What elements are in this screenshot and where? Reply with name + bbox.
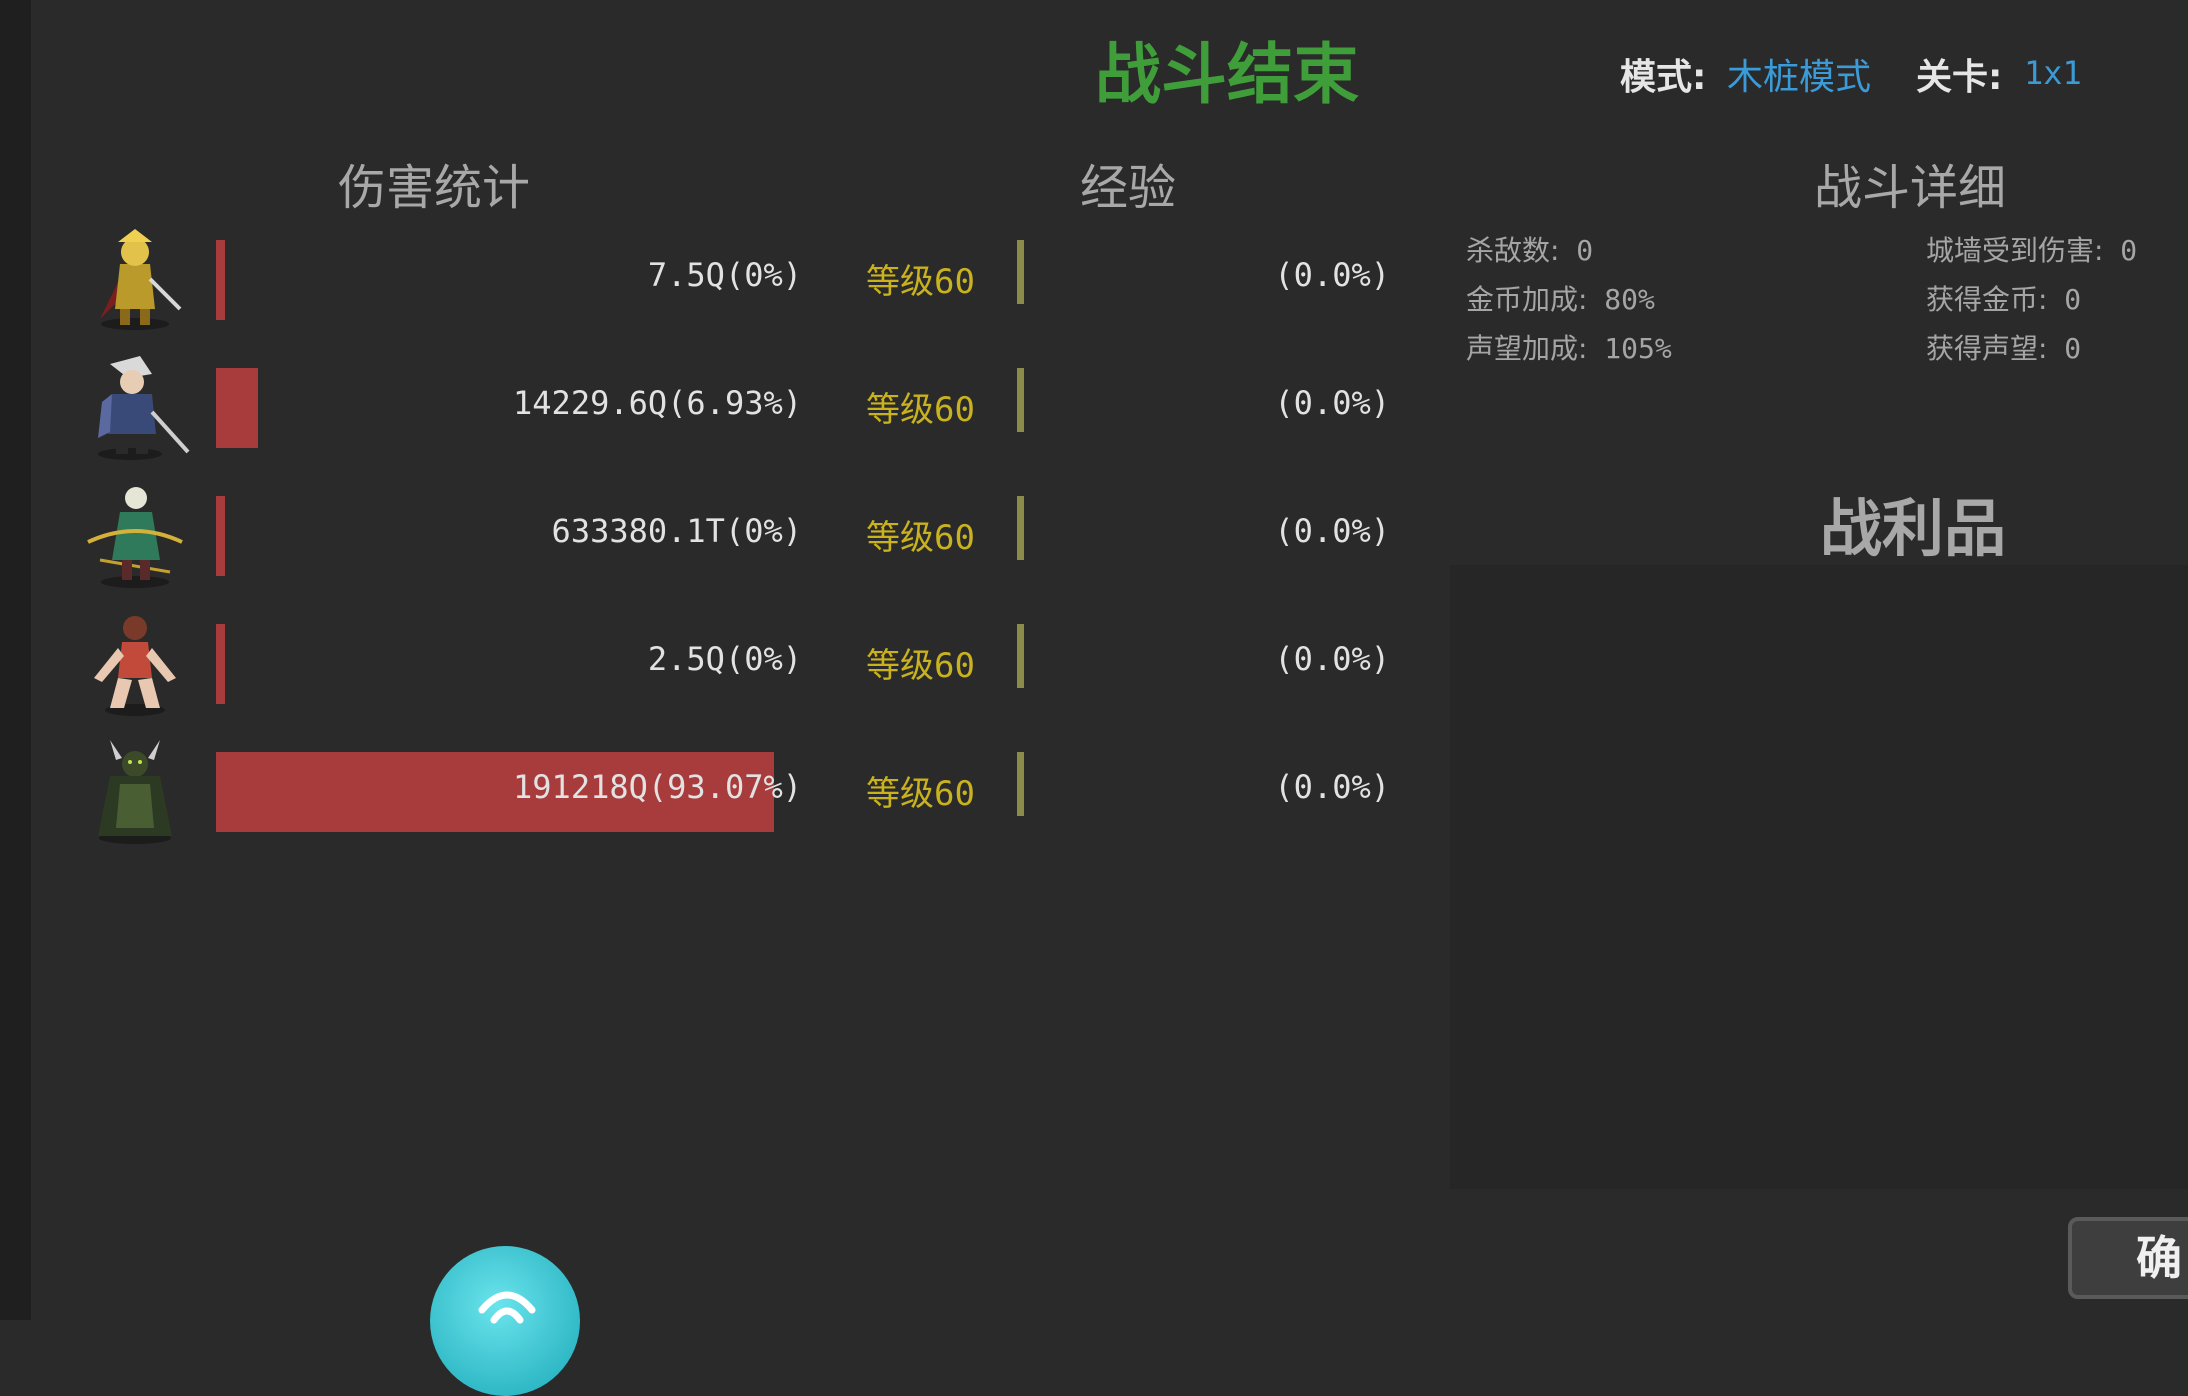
hero-row: 14229.6Q(6.93%) 等级60 (0.0%) <box>0 348 1440 468</box>
battle-details-header: 战斗详细 <box>1814 160 2007 216</box>
exp-bar <box>1017 624 1024 688</box>
kills-label: 杀敌数: <box>1466 234 1560 267</box>
wall-damage-stat: 城墙受到伤害: 0 <box>1926 229 2137 269</box>
exp-value: (0.0%) <box>1274 256 1390 294</box>
stage-value: 1x1 <box>2024 54 2082 92</box>
hero-row: 7.5Q(0%) 等级60 (0.0%) <box>0 220 1440 340</box>
damage-value: 633380.1T(0%) <box>551 512 802 550</box>
hero-row: 2.5Q(0%) 等级60 (0.0%) <box>0 604 1440 724</box>
rep-gained-value: 0 <box>2064 332 2082 365</box>
exp-value: (0.0%) <box>1274 384 1390 422</box>
damage-bar <box>216 624 225 704</box>
kills-value: 0 <box>1576 234 1594 267</box>
damage-stats-header: 伤害统计 <box>338 160 531 216</box>
mode-label: 模式: <box>1620 57 1707 98</box>
gold-bonus-stat: 金币加成: 80% <box>1466 278 1655 318</box>
exp-bar <box>1017 752 1024 816</box>
exp-value: (0.0%) <box>1274 640 1390 678</box>
stage-label: 关卡: <box>1916 57 2003 98</box>
exp-header: 经验 <box>1080 160 1177 216</box>
damage-value: 14229.6Q(6.93%) <box>513 384 802 422</box>
golden-knight-avatar <box>80 224 190 334</box>
gold-gained-value: 0 <box>2064 283 2082 316</box>
dark-horned-warrior-avatar <box>80 736 190 846</box>
mode-value: 木桩模式 <box>1727 57 1872 98</box>
kills-stat: 杀敌数: 0 <box>1466 229 1593 269</box>
floating-assistant-button[interactable] <box>430 1246 580 1396</box>
wall-damage-value: 0 <box>2120 234 2138 267</box>
hero-level: 等级60 <box>866 390 975 430</box>
damage-bar <box>216 496 225 576</box>
white-haired-swordsman-avatar <box>80 352 190 462</box>
hero-level: 等级60 <box>866 774 975 814</box>
rep-gained-label: 获得声望: <box>1926 332 2048 365</box>
gold-bonus-value: 80% <box>1604 283 1655 316</box>
exp-bar <box>1017 368 1024 432</box>
hero-level: 等级60 <box>866 646 975 686</box>
green-archer-avatar <box>80 480 190 590</box>
rep-bonus-stat: 声望加成: 105% <box>1466 327 1672 367</box>
hero-level: 等级60 <box>866 262 975 302</box>
gold-bonus-label: 金币加成: <box>1466 283 1588 316</box>
wall-damage-label: 城墙受到伤害: <box>1926 234 2104 267</box>
exp-value: (0.0%) <box>1274 512 1390 550</box>
exp-bar <box>1017 496 1024 560</box>
battle-end-title: 战斗结束 <box>1095 36 1359 113</box>
rep-bonus-label: 声望加成: <box>1466 332 1588 365</box>
hero-level: 等级60 <box>866 518 975 558</box>
loot-panel <box>1450 565 2188 1189</box>
exp-bar <box>1017 240 1024 304</box>
confirm-button[interactable]: 确 <box>2068 1217 2188 1299</box>
damage-value: 191218Q(93.07%) <box>513 768 802 806</box>
rep-bonus-value: 105% <box>1604 332 1672 365</box>
hero-row: 191218Q(93.07%) 等级60 (0.0%) <box>0 732 1440 852</box>
rep-gained-stat: 获得声望: 0 <box>1926 327 2081 367</box>
red-dancer-avatar <box>80 608 190 718</box>
damage-bar <box>216 368 258 448</box>
damage-value: 2.5Q(0%) <box>647 640 802 678</box>
gold-gained-label: 获得金币: <box>1926 283 2048 316</box>
damage-bar <box>216 240 225 320</box>
signal-icon <box>478 1291 536 1324</box>
hero-row: 633380.1T(0%) 等级60 (0.0%) <box>0 476 1440 596</box>
loot-title: 战利品 <box>1820 492 2007 565</box>
exp-value: (0.0%) <box>1274 768 1390 806</box>
gold-gained-stat: 获得金币: 0 <box>1926 278 2081 318</box>
damage-value: 7.5Q(0%) <box>647 256 802 294</box>
